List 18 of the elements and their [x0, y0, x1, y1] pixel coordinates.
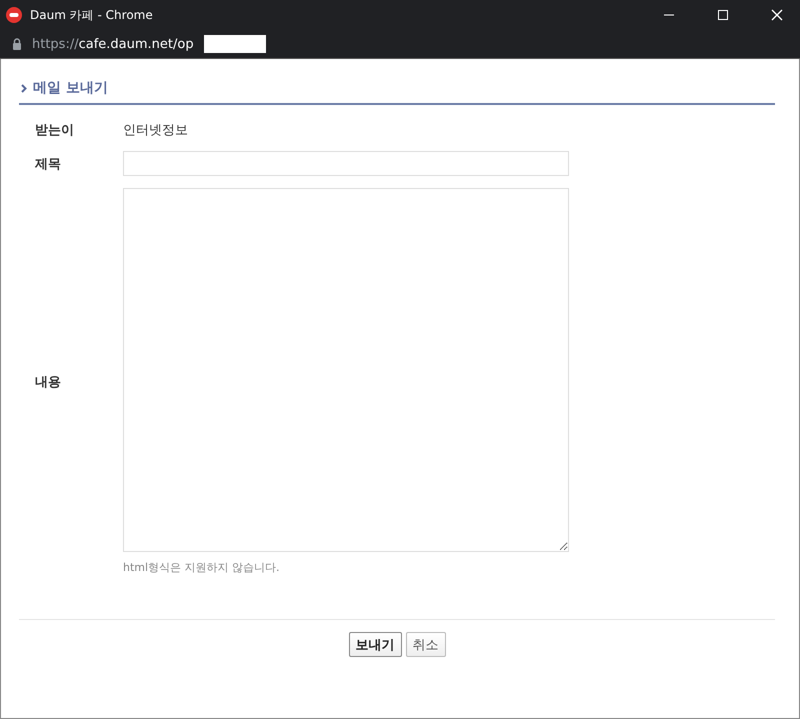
- field-label: 내용: [35, 374, 62, 391]
- send-button[interactable]: 보내기: [348, 632, 402, 657]
- subject-field[interactable]: [123, 151, 569, 176]
- page-heading: 메일 보내기: [33, 79, 108, 97]
- chevron-icon: [21, 84, 27, 92]
- lock-icon: [12, 38, 22, 50]
- app-icon: [6, 7, 22, 23]
- recipient-value: 인터넷정보: [123, 122, 188, 139]
- hint-text: html형식은 지원하지 않습니다.: [123, 560, 281, 575]
- redaction-block: [204, 35, 266, 53]
- window-title: Daum 카페 - Chrome: [30, 6, 154, 24]
- content-field[interactable]: [123, 188, 569, 552]
- cancel-button[interactable]: 취소: [406, 632, 446, 657]
- address-bar[interactable]: https://cafe.daum.net/op: [32, 36, 194, 52]
- maximize-icon[interactable]: [718, 10, 728, 20]
- close-icon[interactable]: [771, 9, 783, 21]
- field-label: 제목: [35, 156, 62, 172]
- field-label: 받는이: [35, 122, 75, 139]
